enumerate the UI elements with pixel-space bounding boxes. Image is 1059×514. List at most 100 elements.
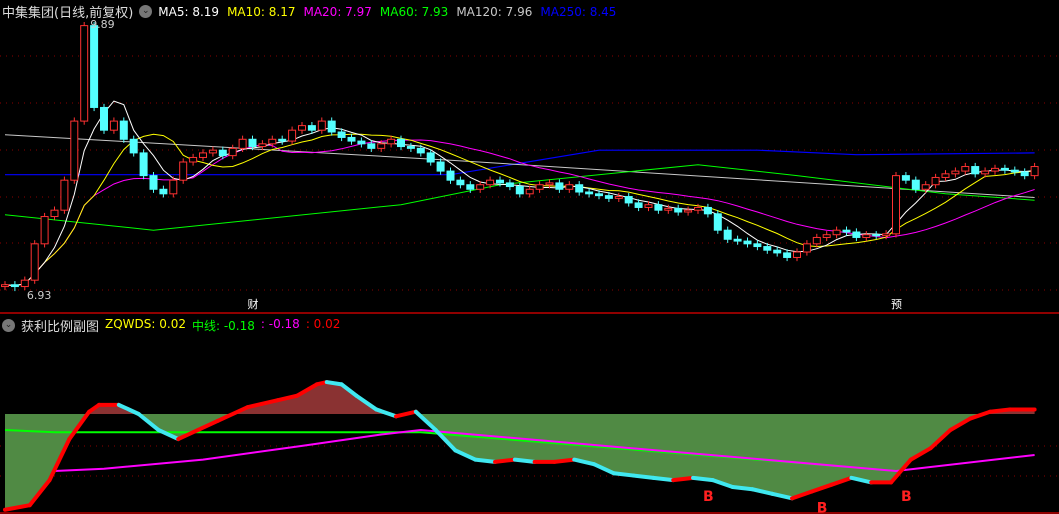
- candle-up: [614, 196, 623, 199]
- candle-up: [258, 143, 267, 148]
- candle-up: [30, 243, 39, 281]
- candle-down: [783, 252, 792, 258]
- candle-up: [228, 147, 237, 157]
- candle-up: [169, 179, 178, 195]
- candle-down: [397, 138, 405, 148]
- ma10-line: [4, 133, 1035, 287]
- candle-up: [931, 176, 940, 186]
- zqwds-segment: [552, 457, 577, 464]
- candle-down: [278, 138, 287, 142]
- candle-up: [684, 209, 693, 213]
- candle-down: [10, 284, 19, 288]
- candle-down: [1000, 167, 1009, 171]
- candle-down: [743, 240, 752, 245]
- candle-up: [832, 229, 841, 236]
- candle-down: [654, 204, 663, 211]
- zqwds-segment: [324, 380, 344, 387]
- candle-up: [822, 234, 831, 238]
- buy-signal: B: [901, 489, 912, 505]
- candle-down: [585, 191, 594, 195]
- candle-down: [248, 138, 257, 148]
- candle-up: [991, 167, 999, 172]
- candle-down: [515, 186, 524, 195]
- candle-up: [486, 179, 495, 186]
- ma20-line: [4, 139, 1035, 287]
- candle-down: [703, 206, 712, 215]
- candle-down: [674, 207, 683, 213]
- candle-up: [1, 284, 9, 288]
- candle-up: [981, 170, 990, 175]
- zqwds-segment: [691, 475, 715, 483]
- min-price-label: 6.93: [27, 289, 52, 302]
- candle-up: [20, 279, 29, 288]
- event-marker: 财: [248, 297, 259, 311]
- candle-up: [525, 188, 534, 195]
- candle-down: [139, 152, 148, 177]
- candle-up: [377, 143, 386, 149]
- candle-down: [436, 161, 445, 172]
- candle-down: [872, 234, 881, 237]
- candle-up: [545, 182, 554, 186]
- candle-up: [892, 175, 900, 235]
- candle-down: [555, 182, 564, 190]
- candle-down: [307, 125, 316, 131]
- candle-down: [911, 179, 920, 190]
- zqwds-segment: [988, 407, 1012, 414]
- candle-up: [189, 156, 198, 163]
- candle-up: [951, 170, 960, 175]
- candle-down: [129, 138, 138, 154]
- candle-up: [664, 207, 673, 211]
- candle-up: [812, 236, 821, 245]
- candle-up: [317, 120, 326, 131]
- candle-up: [694, 206, 702, 211]
- candle-down: [1020, 171, 1029, 177]
- zqwds-segment: [671, 475, 696, 483]
- candle-up: [535, 184, 544, 190]
- candle-up: [802, 243, 811, 253]
- candle-down: [327, 120, 336, 133]
- buy-signal: B: [703, 489, 714, 505]
- candle-up: [208, 149, 217, 154]
- candle-down: [159, 188, 168, 195]
- candle-up: [941, 173, 950, 178]
- candle-up: [80, 25, 89, 122]
- candle-down: [575, 184, 584, 193]
- candle-up: [961, 166, 970, 172]
- candle-down: [713, 213, 722, 231]
- candle-down: [119, 120, 128, 140]
- zqwds-segment: [493, 457, 517, 464]
- candle-down: [773, 249, 782, 254]
- candle-down: [753, 243, 762, 248]
- candle-up: [109, 120, 118, 131]
- candle-down: [723, 229, 732, 240]
- stock-chart[interactable]: 9.89 6.93 财 预 B B B: [0, 0, 1059, 514]
- candle-up: [882, 233, 891, 237]
- candle-down: [624, 196, 633, 204]
- candle-down: [901, 175, 910, 181]
- candle-down: [496, 179, 504, 184]
- candle-up: [50, 209, 59, 218]
- candle-down: [971, 166, 980, 175]
- candle-up: [40, 216, 49, 245]
- candle-up: [60, 179, 69, 211]
- candle-down: [852, 231, 861, 238]
- candle-up: [70, 120, 79, 181]
- candle-down: [416, 147, 425, 154]
- candle-down: [426, 152, 435, 163]
- candle-down: [466, 184, 475, 190]
- zqwds-segment: [631, 473, 656, 480]
- candle-down: [90, 25, 99, 108]
- candle-down: [505, 182, 514, 188]
- max-price-label: 9.89: [90, 18, 115, 31]
- buy-signal: B: [817, 500, 828, 514]
- negative-area: [5, 414, 1035, 510]
- candle-down: [347, 136, 356, 142]
- candle-down: [1010, 169, 1019, 173]
- zqwds-segment: [730, 484, 755, 492]
- zqwds-segment: [611, 471, 636, 478]
- candle-down: [733, 238, 742, 242]
- candle-down: [446, 170, 455, 181]
- candle-up: [921, 184, 930, 190]
- candle-up: [288, 129, 297, 142]
- candle-down: [456, 179, 465, 186]
